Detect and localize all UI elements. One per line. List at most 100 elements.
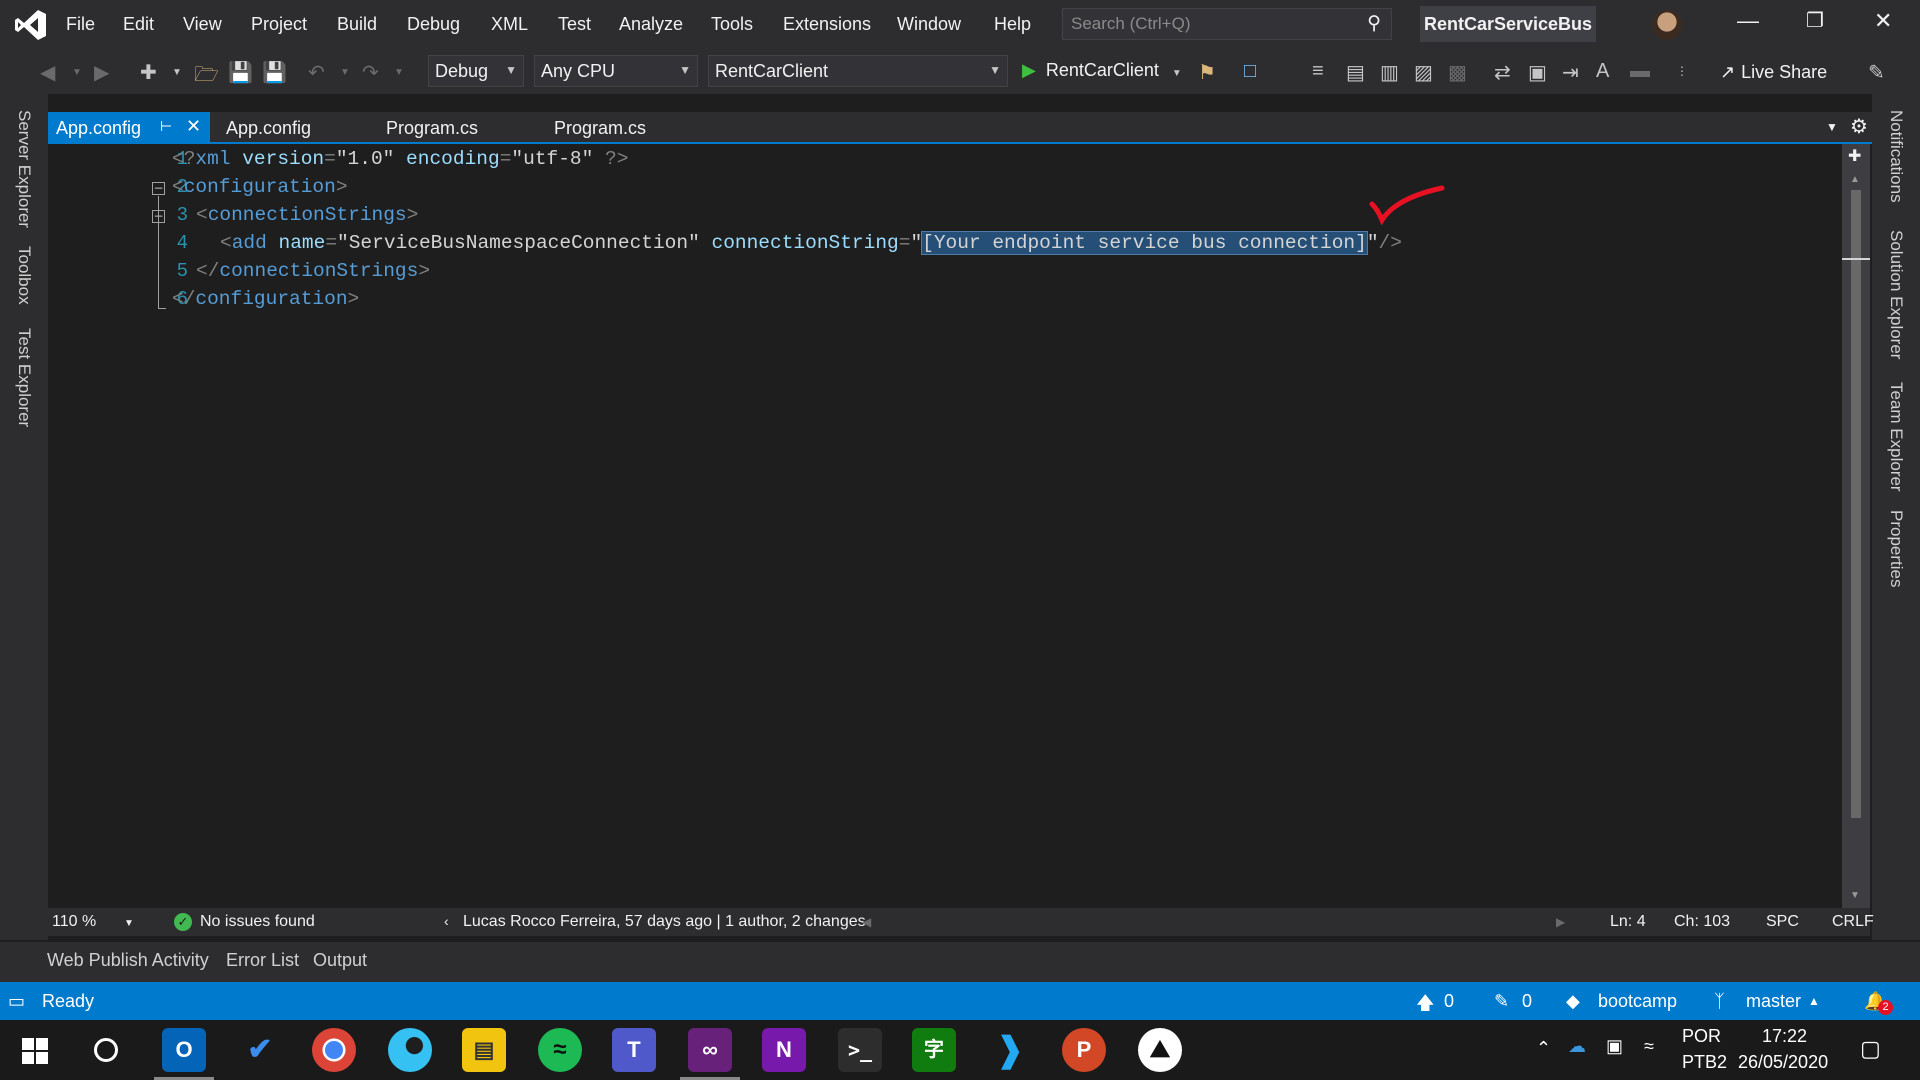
mountain-app-icon[interactable]: ⛰ bbox=[1138, 1028, 1182, 1072]
menu-xml[interactable]: XML bbox=[491, 14, 528, 35]
hierarchy-icon[interactable]: ▥ bbox=[1380, 60, 1399, 85]
live-share-button[interactable]: ↗ Live Share bbox=[1720, 62, 1827, 83]
menu-build[interactable]: Build bbox=[337, 14, 377, 35]
branch-up-icon[interactable]: ▲ bbox=[1808, 994, 1820, 1008]
overflow-icon[interactable]: ⋮ bbox=[1676, 64, 1688, 78]
test-explorer-tab[interactable]: Test Explorer bbox=[14, 328, 34, 427]
back-icon[interactable]: ◀ bbox=[40, 60, 55, 85]
vscode-icon[interactable]: ❱ bbox=[988, 1028, 1032, 1072]
tab-list-dropdown-icon[interactable]: ▼ bbox=[1826, 120, 1838, 134]
menu-test[interactable]: Test bbox=[558, 14, 591, 35]
pencil-icon[interactable]: ✎ bbox=[1494, 991, 1509, 1012]
indent-icon[interactable]: ⇥ bbox=[1562, 60, 1579, 85]
platform-select[interactable]: Any CPU ▼ bbox=[534, 55, 698, 87]
whitespace-indicator[interactable]: SPC bbox=[1766, 913, 1799, 931]
code-editor[interactable]: 1 2 3 4 5 6 − − <?xml version="1.0" enco… bbox=[48, 144, 1870, 908]
diagram-icon[interactable]: ▨ bbox=[1414, 60, 1433, 85]
menu-edit[interactable]: Edit bbox=[123, 14, 154, 35]
gear-icon[interactable]: ⚙ bbox=[1850, 114, 1868, 139]
zoom-level[interactable]: 110 % bbox=[52, 913, 96, 931]
wifi-icon[interactable]: ≈ bbox=[1644, 1036, 1654, 1057]
forward-icon[interactable]: ▶ bbox=[94, 60, 109, 85]
tab-error-list[interactable]: Error List bbox=[226, 950, 299, 971]
tab-output[interactable]: Output bbox=[313, 950, 367, 971]
unpushed-count[interactable]: 0 bbox=[1444, 991, 1454, 1012]
issues-status[interactable]: No issues found bbox=[200, 913, 315, 931]
onedrive-icon[interactable]: ☁ bbox=[1568, 1036, 1586, 1057]
server-explorer-tab[interactable]: Server Explorer bbox=[14, 110, 34, 228]
run-dropdown-icon[interactable]: ▼ bbox=[1172, 68, 1182, 79]
chrome-icon[interactable] bbox=[312, 1028, 356, 1072]
solution-explorer-tab[interactable]: Solution Explorer bbox=[1886, 230, 1906, 359]
startup-project-select[interactable]: RentCarClient ▼ bbox=[708, 55, 1008, 87]
notifications-tab[interactable]: Notifications bbox=[1886, 110, 1906, 203]
teams-icon[interactable]: T bbox=[612, 1028, 656, 1072]
chevron-left-icon[interactable]: ‹ bbox=[444, 913, 449, 929]
avatar[interactable] bbox=[1652, 10, 1682, 40]
language-app-icon[interactable]: 字 bbox=[912, 1028, 956, 1072]
start-debugging-button[interactable]: ▶ RentCarClient ▼ bbox=[1022, 60, 1182, 81]
repository-name[interactable]: bootcamp bbox=[1598, 991, 1677, 1012]
arrow-up-icon[interactable]: 🡅 bbox=[1416, 991, 1435, 1021]
windows-start-icon[interactable] bbox=[22, 1038, 48, 1064]
menu-extensions[interactable]: Extensions bbox=[783, 14, 871, 35]
save-all-icon[interactable]: 💾 bbox=[262, 60, 287, 85]
hscroll-right-icon[interactable]: ▶ bbox=[1556, 915, 1565, 929]
split-icon[interactable]: ✚ bbox=[1848, 146, 1861, 166]
tab-app-config-active[interactable]: App.config ⊢ ✕ bbox=[48, 112, 210, 144]
file-explorer-icon[interactable]: ▤ bbox=[462, 1028, 506, 1072]
edge-icon[interactable] bbox=[388, 1028, 432, 1072]
column-indicator[interactable]: Ch: 103 bbox=[1674, 913, 1730, 931]
undo-dropdown-icon[interactable]: ▼ bbox=[340, 67, 350, 78]
line-ending-indicator[interactable]: CRLF bbox=[1832, 913, 1874, 931]
search-input[interactable]: Search (Ctrl+Q) ⚲ bbox=[1062, 8, 1392, 40]
tab-program-cs-2[interactable]: Program.cs bbox=[546, 112, 666, 144]
terminal-icon[interactable]: >_ bbox=[838, 1028, 882, 1072]
menu-analyze[interactable]: Analyze bbox=[619, 14, 683, 35]
outline-icon[interactable]: ⇄ bbox=[1494, 60, 1511, 85]
browser-link-icon[interactable]: ⚑ bbox=[1198, 60, 1216, 85]
configuration-select[interactable]: Debug ▼ bbox=[428, 55, 524, 87]
close-window-icon[interactable]: ✕ bbox=[1874, 8, 1892, 34]
menu-file[interactable]: File bbox=[66, 14, 95, 35]
clock-date[interactable]: 26/05/2020 bbox=[1738, 1052, 1828, 1073]
search-circle-icon[interactable] bbox=[94, 1038, 118, 1062]
restore-icon[interactable]: ❐ bbox=[1806, 8, 1824, 33]
menu-view[interactable]: View bbox=[183, 14, 222, 35]
spotify-icon[interactable]: ≈ bbox=[538, 1028, 582, 1072]
application-insights-icon[interactable]: □ bbox=[1244, 60, 1256, 83]
vertical-scrollbar[interactable]: ✚ ▲ ▼ bbox=[1842, 144, 1870, 908]
redo-dropdown-icon[interactable]: ▼ bbox=[394, 67, 404, 78]
line-indicator[interactable]: Ln: 4 bbox=[1610, 913, 1646, 931]
document-icon[interactable]: ▤ bbox=[1346, 60, 1365, 85]
text-direction-icon[interactable]: A bbox=[1596, 60, 1609, 83]
camera-icon[interactable]: ▣ bbox=[1528, 60, 1547, 85]
visual-studio-icon[interactable]: ∞ bbox=[680, 1028, 740, 1080]
close-tab-icon[interactable]: ✕ bbox=[186, 116, 201, 137]
tab-app-config[interactable]: App.config bbox=[218, 112, 338, 144]
toolbox-tab[interactable]: Toolbox bbox=[14, 246, 34, 305]
back-dropdown-icon[interactable]: ▼ bbox=[72, 67, 82, 78]
menu-debug[interactable]: Debug bbox=[407, 14, 460, 35]
feedback-icon[interactable]: ✎ bbox=[1868, 60, 1885, 85]
collapse-icon[interactable]: − bbox=[152, 182, 165, 195]
branch-name[interactable]: master bbox=[1746, 991, 1801, 1012]
redo-icon[interactable]: ↷ bbox=[362, 60, 379, 85]
menu-project[interactable]: Project bbox=[251, 14, 307, 35]
scroll-up-icon[interactable]: ▲ bbox=[1850, 174, 1860, 185]
hscroll-left-icon[interactable]: ◀ bbox=[862, 915, 871, 929]
minimize-icon[interactable]: — bbox=[1737, 8, 1759, 34]
keyboard-layout[interactable]: PTB2 bbox=[1682, 1052, 1727, 1073]
zoom-dropdown-icon[interactable]: ▼ bbox=[124, 918, 134, 929]
menu-help[interactable]: Help bbox=[994, 14, 1031, 35]
menu-window[interactable]: Window bbox=[897, 14, 961, 35]
changes-count[interactable]: 0 bbox=[1522, 991, 1532, 1012]
pin-icon[interactable]: ⊢ bbox=[160, 118, 172, 135]
properties-tab[interactable]: Properties bbox=[1886, 510, 1906, 587]
clock-time[interactable]: 17:22 bbox=[1762, 1026, 1807, 1047]
team-explorer-tab[interactable]: Team Explorer bbox=[1886, 382, 1906, 492]
undo-icon[interactable]: ↶ bbox=[308, 60, 325, 85]
battery-icon[interactable]: ▣ bbox=[1606, 1036, 1623, 1057]
selected-text[interactable]: [Your endpoint service bus connection] bbox=[921, 231, 1368, 255]
visual-studio-logo-icon[interactable] bbox=[14, 8, 48, 42]
